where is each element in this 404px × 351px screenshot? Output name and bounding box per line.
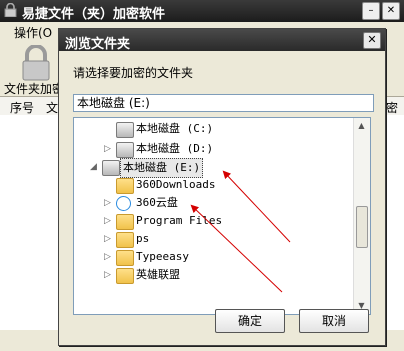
tree-item-label: Typeeasy: [136, 250, 189, 263]
tree-item-label: 本地磁盘 (E:): [120, 158, 204, 178]
folder-path-field[interactable]: 本地磁盘 (E:): [73, 94, 374, 112]
tree-item-label: 英雄联盟: [136, 268, 180, 281]
expander-icon[interactable]: ▷: [104, 140, 114, 158]
dialog-prompt: 请选择要加密的文件夹: [73, 66, 194, 80]
close-icon[interactable]: ✕: [382, 2, 400, 20]
tree-item-label: 360云盘: [136, 196, 178, 209]
tree-scrollbar[interactable]: ▲ ▼: [353, 118, 370, 314]
folder-icon: [116, 250, 134, 266]
folder-icon: [116, 214, 134, 230]
column-header[interactable]: 文: [46, 99, 58, 116]
folder-encrypt-button[interactable]: 文件夹加密: [4, 80, 64, 97]
cloud-icon: [116, 196, 131, 211]
lock-icon[interactable]: [20, 45, 52, 81]
folder-icon: [116, 268, 134, 284]
dialog-titlebar: 浏览文件夹 ✕: [59, 29, 385, 52]
expander-icon[interactable]: ▷: [104, 194, 114, 212]
app-title: 易捷文件（夹）加密软件: [22, 7, 166, 22]
menu-operations[interactable]: 操作(O: [14, 24, 52, 41]
drive-icon: [102, 160, 120, 176]
tree-item-label: ps: [136, 232, 150, 245]
expander-icon[interactable]: ▷: [104, 248, 114, 266]
drive-icon: [116, 142, 134, 158]
tree-item-label: 本地磁盘 (D:): [136, 142, 214, 155]
expander-icon[interactable]: ▷: [104, 230, 114, 248]
dialog-title: 浏览文件夹: [65, 37, 131, 52]
scroll-thumb[interactable]: [356, 206, 368, 248]
browse-folder-dialog: 浏览文件夹 ✕ 请选择要加密的文件夹 本地磁盘 (E:) ▲ ▼ 本地磁盘 (C…: [58, 28, 386, 346]
folder-icon: [116, 232, 134, 248]
expander-icon[interactable]: ▷: [104, 212, 114, 230]
scroll-up-icon[interactable]: ▲: [356, 120, 367, 132]
close-icon[interactable]: ✕: [363, 32, 381, 49]
cancel-button[interactable]: 取消: [299, 309, 369, 333]
tree-item-label: 本地磁盘 (C:): [136, 122, 214, 135]
drive-icon: [116, 122, 134, 138]
folder-icon: [116, 178, 134, 194]
tree-item-label: 360Downloads: [136, 178, 216, 191]
ok-button[interactable]: 确定: [215, 309, 285, 333]
folder-tree[interactable]: ▲ ▼ 本地磁盘 (C:) ▷ 本地磁盘 (D:) ◢ 本地磁盘 (E:) 360Down…: [73, 117, 371, 315]
tree-item-label: Program Files: [136, 214, 223, 227]
expander-icon[interactable]: ◢: [90, 158, 100, 176]
column-header[interactable]: 序号: [10, 99, 34, 116]
minimize-icon[interactable]: –: [362, 2, 380, 20]
app-titlebar: 易捷文件（夹）加密软件 – ✕: [0, 0, 404, 22]
expander-icon[interactable]: ▷: [104, 266, 114, 284]
lock-icon: [4, 3, 17, 17]
